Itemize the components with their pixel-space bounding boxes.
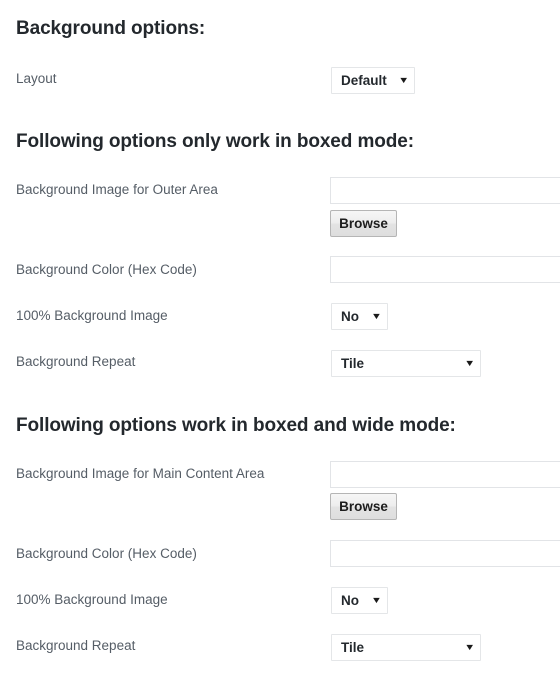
section-heading-boxed-mode: Following options only work in boxed mod… <box>16 131 414 152</box>
background-color-hex-input-wide[interactable] <box>330 540 560 567</box>
field-label-background-color-wide: Background Color (Hex Code) <box>16 546 197 561</box>
select-layout-value: Default <box>341 73 387 88</box>
background-options-panel: Background options: Layout Default ▼ Fol… <box>0 0 560 692</box>
browse-button-main-content-area[interactable]: Browse <box>330 493 397 520</box>
background-image-main-content-area-input[interactable] <box>330 461 560 488</box>
section-heading-boxed-and-wide-mode: Following options work in boxed and wide… <box>16 415 456 436</box>
select-hundred-percent-background-image-boxed[interactable]: No ▼ <box>331 303 388 330</box>
field-label-background-image-main-content-area: Background Image for Main Content Area <box>16 466 265 481</box>
select-background-repeat-value-boxed: Tile <box>341 356 365 371</box>
chevron-down-icon: ▼ <box>370 595 383 605</box>
select-hundred-percent-background-image-wide[interactable]: No ▼ <box>331 587 388 614</box>
select-background-repeat-value-wide: Tile <box>341 640 365 655</box>
chevron-down-icon: ▼ <box>464 642 476 652</box>
field-label-hundred-percent-background-image-boxed: 100% Background Image <box>16 308 168 323</box>
select-hundred-percent-value-wide: No <box>341 593 359 608</box>
field-label-background-repeat-boxed: Background Repeat <box>16 354 136 369</box>
select-background-repeat-wide[interactable]: Tile ▼ <box>331 634 481 661</box>
chevron-down-icon: ▼ <box>370 311 383 321</box>
field-label-background-image-outer-area: Background Image for Outer Area <box>16 182 218 197</box>
select-hundred-percent-value-boxed: No <box>341 309 359 324</box>
field-label-hundred-percent-background-image-wide: 100% Background Image <box>16 592 168 607</box>
field-label-layout: Layout <box>16 71 57 86</box>
chevron-down-icon: ▼ <box>464 358 476 368</box>
field-label-background-color-boxed: Background Color (Hex Code) <box>16 262 197 277</box>
chevron-down-icon: ▼ <box>398 75 410 85</box>
background-color-hex-input-boxed[interactable] <box>330 256 560 283</box>
select-background-repeat-boxed[interactable]: Tile ▼ <box>331 350 481 377</box>
field-label-background-repeat-wide: Background Repeat <box>16 638 136 653</box>
section-heading-background-options: Background options: <box>16 18 206 39</box>
browse-button-outer-area[interactable]: Browse <box>330 210 397 237</box>
select-layout[interactable]: Default ▼ <box>331 67 415 94</box>
background-image-outer-area-input[interactable] <box>330 177 560 204</box>
